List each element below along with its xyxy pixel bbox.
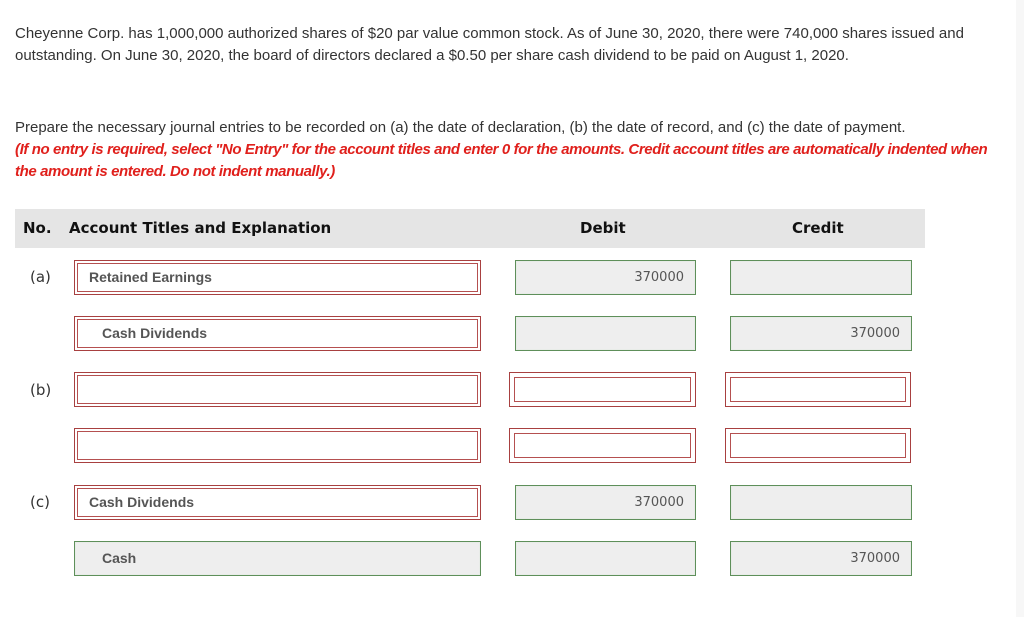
page-edge-strip <box>1016 0 1024 617</box>
instruction-text: Prepare the necessary journal entries to… <box>15 119 906 136</box>
credit-amount-input[interactable] <box>725 372 911 407</box>
account-title-input[interactable] <box>74 372 481 407</box>
debit-amount-input[interactable]: 370000 <box>515 485 696 520</box>
account-title-input[interactable]: Cash <box>74 541 481 576</box>
entry-label-a: (a) <box>30 268 51 286</box>
credit-amount-input[interactable] <box>730 260 912 295</box>
account-title-value: Retained Earnings <box>89 269 212 285</box>
header-account-titles: Account Titles and Explanation <box>69 219 332 237</box>
credit-amount-input[interactable]: 370000 <box>730 316 912 351</box>
header-credit: Credit <box>792 219 844 237</box>
account-title-input[interactable]: Cash Dividends <box>74 485 481 520</box>
problem-statement: Cheyenne Corp. has 1,000,000 authorized … <box>15 25 964 64</box>
credit-amount-input[interactable]: 370000 <box>730 541 912 576</box>
debit-amount-input[interactable]: 370000 <box>515 260 696 295</box>
debit-amount-input[interactable] <box>515 541 696 576</box>
entry-label-b: (b) <box>30 381 52 399</box>
account-title-value: Cash Dividends <box>89 494 195 510</box>
journal-table-header: No. Account Titles and Explanation Debit… <box>15 209 925 248</box>
instructions: Prepare the necessary journal entries to… <box>15 117 1005 183</box>
account-title-input[interactable]: Cash Dividends <box>74 316 481 351</box>
header-debit: Debit <box>580 219 626 237</box>
debit-amount-input[interactable] <box>515 316 696 351</box>
account-title-input[interactable] <box>74 428 481 463</box>
credit-amount-input[interactable] <box>730 485 912 520</box>
warning-text: (If no entry is required, select "No Ent… <box>15 141 988 180</box>
header-no: No. <box>23 219 52 237</box>
debit-amount-input[interactable] <box>509 372 696 407</box>
account-title-value: Cash <box>102 550 137 566</box>
debit-amount-input[interactable] <box>509 428 696 463</box>
account-title-input[interactable]: Retained Earnings <box>74 260 481 295</box>
credit-amount-input[interactable] <box>725 428 911 463</box>
entry-label-c: (c) <box>30 493 50 511</box>
account-title-value: Cash Dividends <box>102 325 208 341</box>
